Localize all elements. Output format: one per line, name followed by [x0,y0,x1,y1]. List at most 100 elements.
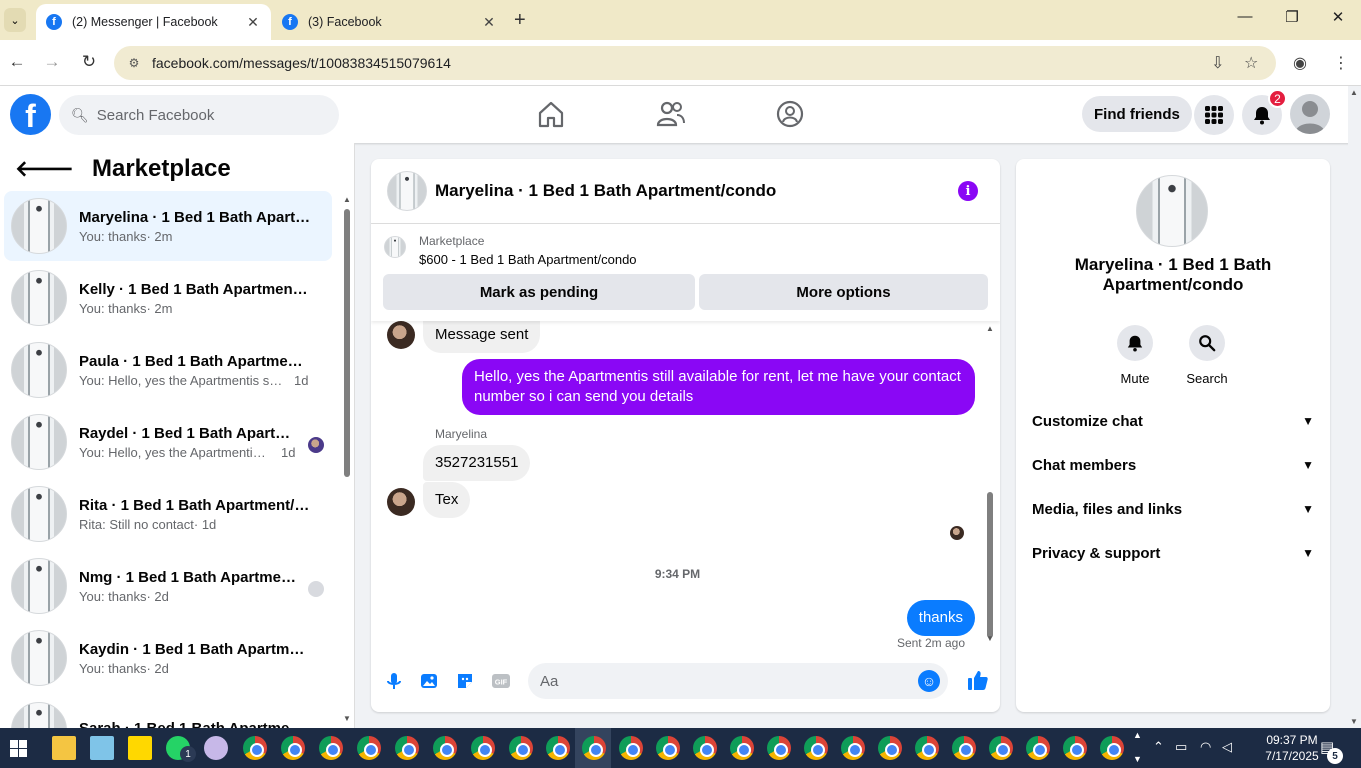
browser-menu-icon[interactable]: ⋮ [1333,53,1349,73]
find-friends-button[interactable]: Find friends [1082,96,1192,132]
chrome-icon[interactable] [281,736,305,760]
conversation-item[interactable]: Kaydin · 1 Bed 1 Bath Apartment/condo Yo… [4,623,332,693]
chrome-icon[interactable] [619,736,643,760]
scroll-down-arrow-icon[interactable]: ▼ [343,714,351,723]
privacy-support-section[interactable]: Privacy & support ▼ [1032,541,1314,565]
url-input[interactable]: ⚙ facebook.com/messages/t/10083834515079… [114,46,1276,80]
chrome-icon[interactable] [878,736,902,760]
search-input[interactable]: 🔍︎ Search Facebook [59,95,339,135]
bookmark-star-icon[interactable]: ☆ [1244,53,1258,73]
tab-messenger[interactable]: f (2) Messenger | Facebook ✕ [36,4,271,40]
chrome-icon[interactable] [730,736,754,760]
emoji-icon[interactable]: ☺ [918,670,940,692]
install-app-icon[interactable]: ⇩ [1211,53,1224,73]
chat-avatar[interactable] [387,171,427,211]
chrome-icon[interactable] [471,736,495,760]
chrome-icon-active[interactable] [582,736,606,760]
conversation-item[interactable]: Kelly · 1 Bed 1 Bath Apartment/condo You… [4,263,332,333]
taskbar-scroll-down-icon[interactable]: ▼ [1133,754,1142,764]
conversation-item[interactable]: Maryelina · 1 Bed 1 Bath Apartment/condo… [4,191,332,261]
photo-icon[interactable] [419,671,439,691]
chrome-icon[interactable] [989,736,1013,760]
mark-as-pending-button[interactable]: Mark as pending [383,274,695,310]
tab-search-button[interactable]: ⌄ [4,8,26,32]
microphone-icon[interactable] [384,671,404,691]
sticker-icon[interactable] [455,671,475,691]
more-options-button[interactable]: More options [699,274,988,310]
info-icon[interactable]: i [958,181,978,201]
conversation-item[interactable]: Paula · 1 Bed 1 Bath Apartment/condo You… [4,335,332,405]
chrome-icon[interactable] [1026,736,1050,760]
friends-icon[interactable] [655,98,687,130]
chrome-icon[interactable] [546,736,570,760]
chrome-icon[interactable] [1100,736,1124,760]
conversation-item[interactable]: Raydel · 1 Bed 1 Bath Apartment/condo Yo… [4,407,332,477]
listing-title[interactable]: $600 - 1 Bed 1 Bath Apartment/condo [419,252,637,267]
sender-avatar[interactable] [387,488,415,516]
search-in-conversation-button[interactable]: Search [1177,325,1237,386]
chrome-icon[interactable] [693,736,717,760]
site-info-icon[interactable]: ⚙ [124,56,144,70]
conversation-scrollbar[interactable]: ▲ ▼ [343,195,351,725]
chat-scrollbar[interactable]: ▲ ▼ [986,324,994,644]
scrollbar-thumb[interactable] [344,209,350,477]
chat-title[interactable]: Maryelina · 1 Bed 1 Bath Apartment/condo [435,181,776,201]
chrome-icon[interactable] [1063,736,1087,760]
sender-avatar[interactable] [387,321,415,349]
chrome-icon[interactable] [767,736,791,760]
account-avatar[interactable] [1290,94,1330,134]
conversation-item[interactable]: Sarah · 1 Bed 1 Bath Apartment/condo [4,695,332,728]
conversation-item[interactable]: Nmg · 1 Bed 1 Bath Apartment/condo You: … [4,551,332,621]
maximize-button[interactable]: ❐ [1277,8,1307,26]
close-tab-icon[interactable]: ✕ [481,14,497,31]
close-window-button[interactable]: ✕ [1323,8,1353,26]
new-tab-button[interactable]: + [514,9,526,32]
menu-button[interactable] [1194,95,1234,135]
message-input[interactable]: Aa ☺ [528,663,948,699]
customize-chat-section[interactable]: Customize chat ▼ [1032,409,1314,433]
show-hidden-icons-icon[interactable]: ⌃ [1153,739,1164,755]
back-arrow-icon[interactable]: 🡐 [15,156,74,182]
chat-members-section[interactable]: Chat members ▼ [1032,453,1314,477]
chrome-icon[interactable] [509,736,533,760]
thumbs-up-icon[interactable] [967,669,989,691]
volume-icon[interactable]: ◁ [1222,739,1232,755]
chrome-icon[interactable] [656,736,680,760]
notepad-icon[interactable] [90,736,114,760]
chrome-icon[interactable] [395,736,419,760]
gif-icon[interactable]: GIF [491,671,511,691]
home-icon[interactable] [535,98,567,130]
paint-icon[interactable] [204,736,228,760]
tab-facebook[interactable]: f (3) Facebook ✕ [272,4,507,40]
close-tab-icon[interactable]: ✕ [245,14,261,31]
profile-avatar[interactable] [1136,175,1208,247]
scroll-up-arrow-icon[interactable]: ▲ [986,324,994,333]
mute-button[interactable]: Mute [1105,325,1165,386]
media-files-links-section[interactable]: Media, files and links ▼ [1032,497,1314,521]
chrome-icon[interactable] [804,736,828,760]
file-explorer-icon[interactable] [52,736,76,760]
minimize-button[interactable]: — [1230,8,1260,25]
profile-icon[interactable]: ◉ [1293,53,1307,73]
scroll-down-arrow-icon[interactable]: ▼ [1350,717,1358,726]
scroll-up-arrow-icon[interactable]: ▲ [343,195,351,204]
windows-start-icon[interactable] [10,740,27,757]
taskbar-scroll-up-icon[interactable]: ▲ [1133,730,1142,740]
chrome-icon[interactable] [433,736,457,760]
scroll-down-arrow-icon[interactable]: ▼ [986,634,994,643]
battery-icon[interactable]: ▭ [1175,739,1187,755]
conversation-item[interactable]: Rita · 1 Bed 1 Bath Apartment/condo Rita… [4,479,332,549]
chrome-icon[interactable] [841,736,865,760]
reload-button[interactable]: ↻ [79,52,99,72]
chrome-icon[interactable] [915,736,939,760]
chrome-icon[interactable] [319,736,343,760]
listing-thumbnail[interactable] [384,236,406,258]
chrome-icon[interactable] [243,736,267,760]
groups-icon[interactable] [774,98,806,130]
sticky-notes-icon[interactable] [128,736,152,760]
chrome-icon[interactable] [952,736,976,760]
facebook-logo-icon[interactable]: f [10,94,51,135]
clock[interactable]: 09:37 PM 7/17/2025 [1256,732,1328,764]
scrollbar-thumb[interactable] [987,492,993,638]
forward-button[interactable]: → [42,52,62,72]
